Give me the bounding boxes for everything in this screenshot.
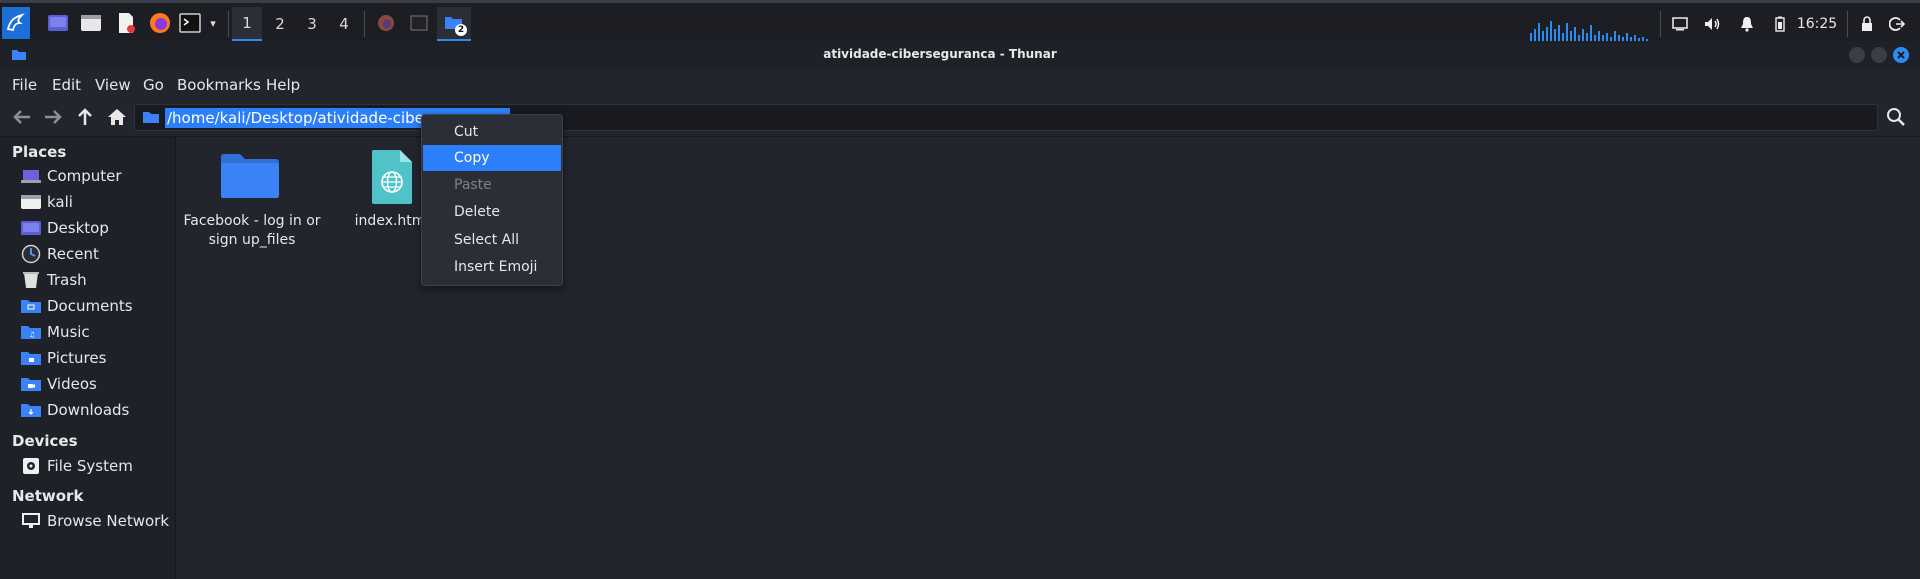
search-button[interactable] [1884, 105, 1908, 129]
sidebar-item-browse-network[interactable]: Browse Network [20, 510, 169, 532]
location-bar[interactable]: /home/kali/Desktop/atividade-cibersegura… [134, 104, 1878, 131]
home-folder-icon [20, 192, 42, 212]
menu-bookmarks[interactable]: Bookmarks [177, 76, 261, 94]
arrow-left-icon [13, 110, 30, 124]
lock-screen-icon[interactable] [1857, 11, 1877, 37]
trash-icon [20, 270, 42, 290]
workspace-3[interactable]: 3 [297, 7, 327, 41]
pictures-folder-icon [20, 348, 42, 368]
close-icon [1897, 51, 1905, 59]
workspace-2[interactable]: 2 [265, 7, 295, 41]
arrow-up-icon [78, 108, 92, 125]
computer-icon [20, 166, 42, 186]
logout-icon[interactable] [1886, 11, 1908, 37]
volume-icon[interactable] [1700, 11, 1724, 37]
minimize-button[interactable] [1849, 47, 1865, 63]
chevron-down-icon[interactable]: ▾ [206, 9, 220, 37]
sidebar-item-computer[interactable]: Computer [20, 165, 122, 187]
context-insert-emoji[interactable]: Insert Emoji [423, 254, 561, 280]
text-editor-icon[interactable] [114, 9, 138, 37]
menu-view[interactable]: View [95, 76, 131, 94]
context-menu: Cut Copy Paste Delete Select All Insert … [421, 114, 563, 286]
sidebar-item-kali[interactable]: kali [20, 191, 73, 213]
forward-button[interactable] [41, 105, 65, 129]
kali-menu-icon[interactable] [2, 7, 30, 39]
taskbar-separator [364, 11, 365, 37]
videos-folder-icon [20, 374, 42, 394]
menu-file[interactable]: File [12, 76, 37, 94]
file-name-line: sign up_files [208, 232, 296, 248]
sidebar: Places Computer kali Desktop Recent Tras… [0, 137, 176, 579]
task-count-badge: 2 [455, 24, 467, 36]
menu-help[interactable]: Help [266, 76, 300, 94]
sidebar-item-documents[interactable]: Documents [20, 295, 133, 317]
music-folder-icon: ♫ [20, 322, 42, 342]
downloads-folder-icon [20, 400, 42, 420]
svg-text:♫: ♫ [29, 331, 35, 339]
up-button[interactable] [73, 105, 97, 129]
network-icon [20, 511, 42, 531]
network-header: Network [12, 487, 84, 505]
devices-header: Devices [12, 432, 78, 450]
menu-edit[interactable]: Edit [52, 76, 81, 94]
drive-icon [20, 456, 42, 476]
show-desktop-icon[interactable] [45, 9, 71, 37]
sidebar-item-recent[interactable]: Recent [20, 243, 99, 265]
context-paste: Paste [454, 177, 492, 193]
recent-clock-icon [20, 244, 42, 264]
clock[interactable]: 16:25 [1795, 11, 1839, 37]
sidebar-item-videos[interactable]: Videos [20, 373, 97, 395]
arrow-right-icon [45, 110, 62, 124]
sidebar-item-file-system[interactable]: File System [20, 455, 133, 477]
sidebar-item-music[interactable]: ♫ Music [20, 321, 90, 343]
maximize-button[interactable] [1871, 47, 1887, 63]
taskbar: ▾ 1 2 3 4 2 16:25 [0, 0, 1920, 41]
documents-folder-icon [20, 296, 42, 316]
context-cut[interactable]: Cut [423, 119, 561, 145]
terminal-icon[interactable] [178, 9, 202, 37]
context-select-all[interactable]: Select All [423, 227, 561, 253]
sidebar-item-desktop[interactable]: Desktop [20, 217, 109, 239]
sidebar-item-downloads[interactable]: Downloads [20, 399, 129, 421]
file-name-line: Facebook - log in or [183, 213, 321, 229]
menu-go[interactable]: Go [143, 76, 164, 94]
sidebar-item-trash[interactable]: Trash [20, 269, 87, 291]
places-header: Places [12, 143, 67, 161]
back-button[interactable] [10, 105, 34, 129]
close-button[interactable] [1893, 47, 1909, 63]
home-button[interactable] [105, 105, 129, 129]
location-folder-icon [143, 111, 159, 128]
folder-icon[interactable] [220, 153, 280, 203]
notification-bell-icon[interactable] [1736, 11, 1758, 37]
window-titlebar[interactable]: atividade-ciberseguranca - Thunar [0, 41, 1920, 68]
home-icon [108, 109, 126, 125]
workspace-1[interactable]: 1 [232, 7, 262, 41]
firefox-task-icon[interactable] [373, 9, 399, 37]
taskbar-separator [1660, 11, 1661, 37]
workspace-4[interactable]: 4 [329, 7, 359, 41]
battery-icon[interactable] [1772, 11, 1788, 37]
context-copy[interactable]: Copy [423, 145, 561, 171]
file-manager-launcher-icon[interactable] [78, 9, 104, 37]
desktop-icon [20, 218, 42, 238]
sidebar-item-pictures[interactable]: Pictures [20, 347, 106, 369]
taskbar-separator [228, 11, 229, 37]
thunar-task-icon[interactable]: 2 [437, 7, 471, 41]
context-delete[interactable]: Delete [423, 199, 561, 225]
terminal-task-icon[interactable] [406, 9, 432, 37]
window-title: atividade-ciberseguranca - Thunar [823, 47, 1057, 61]
firefox-icon[interactable] [147, 9, 173, 37]
file-item-label[interactable]: Facebook - log in or sign up_files [180, 212, 324, 250]
taskbar-separator [1847, 11, 1848, 37]
display-icon[interactable] [1668, 11, 1692, 37]
html-file-icon[interactable] [370, 150, 414, 210]
search-icon [1887, 108, 1905, 126]
cpu-graph-icon [1530, 21, 1648, 41]
menubar: File Edit View Go Bookmarks Help [0, 68, 1920, 99]
